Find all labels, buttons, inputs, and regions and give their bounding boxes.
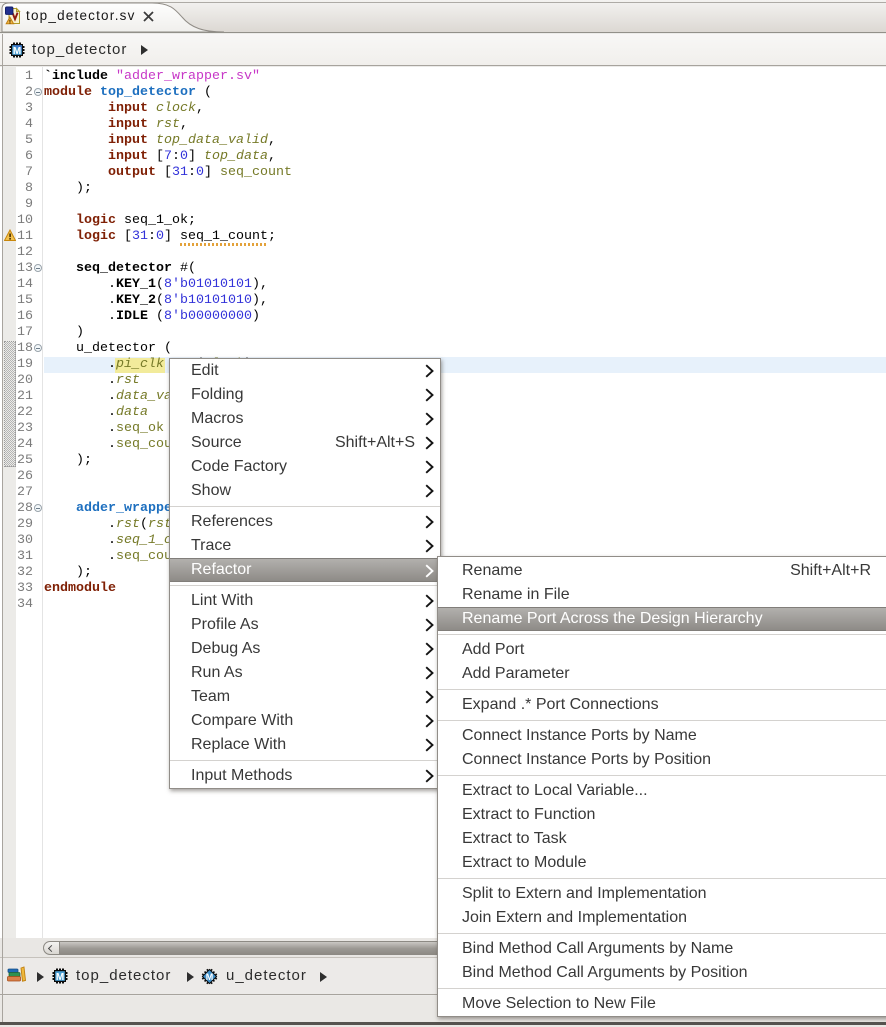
svg-text:M: M [206,972,214,982]
svg-text:M: M [56,972,64,983]
svg-text:M: M [13,46,21,57]
